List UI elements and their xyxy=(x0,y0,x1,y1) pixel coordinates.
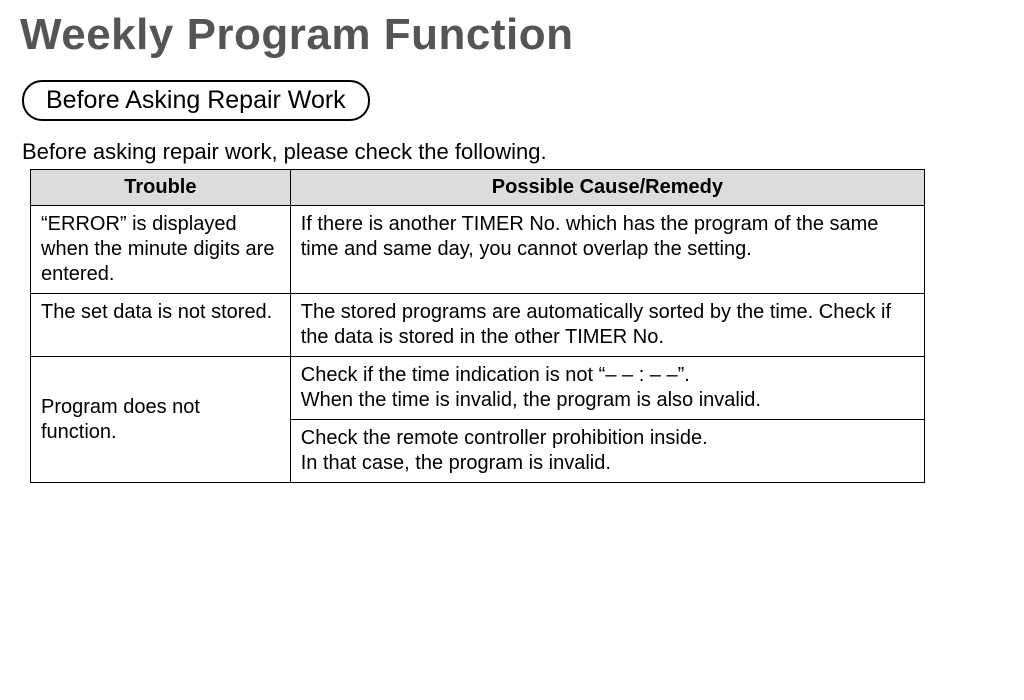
table-header-row: Trouble Possible Cause/Remedy xyxy=(31,170,925,206)
cell-trouble: Program does not function. xyxy=(31,357,291,483)
table-row: Program does not function. Check if the … xyxy=(31,357,925,420)
cell-remedy: If there is another TIMER No. which has … xyxy=(290,206,924,294)
table-row: “ERROR” is displayed when the minute dig… xyxy=(31,206,925,294)
header-remedy: Possible Cause/Remedy xyxy=(290,170,924,206)
cell-remedy: The stored programs are automatically so… xyxy=(290,294,924,357)
cell-remedy: Check if the time indication is not “– –… xyxy=(290,357,924,420)
cell-remedy: Check the remote controller prohibition … xyxy=(290,420,924,483)
section-header: Before Asking Repair Work xyxy=(22,80,370,121)
table-row: The set data is not stored. The stored p… xyxy=(31,294,925,357)
cell-trouble: The set data is not stored. xyxy=(31,294,291,357)
intro-text: Before asking repair work, please check … xyxy=(22,139,1004,165)
header-trouble: Trouble xyxy=(31,170,291,206)
trouble-table: Trouble Possible Cause/Remedy “ERROR” is… xyxy=(30,169,925,483)
cell-trouble: “ERROR” is displayed when the minute dig… xyxy=(31,206,291,294)
page-title: Weekly Program Function xyxy=(20,10,1004,60)
